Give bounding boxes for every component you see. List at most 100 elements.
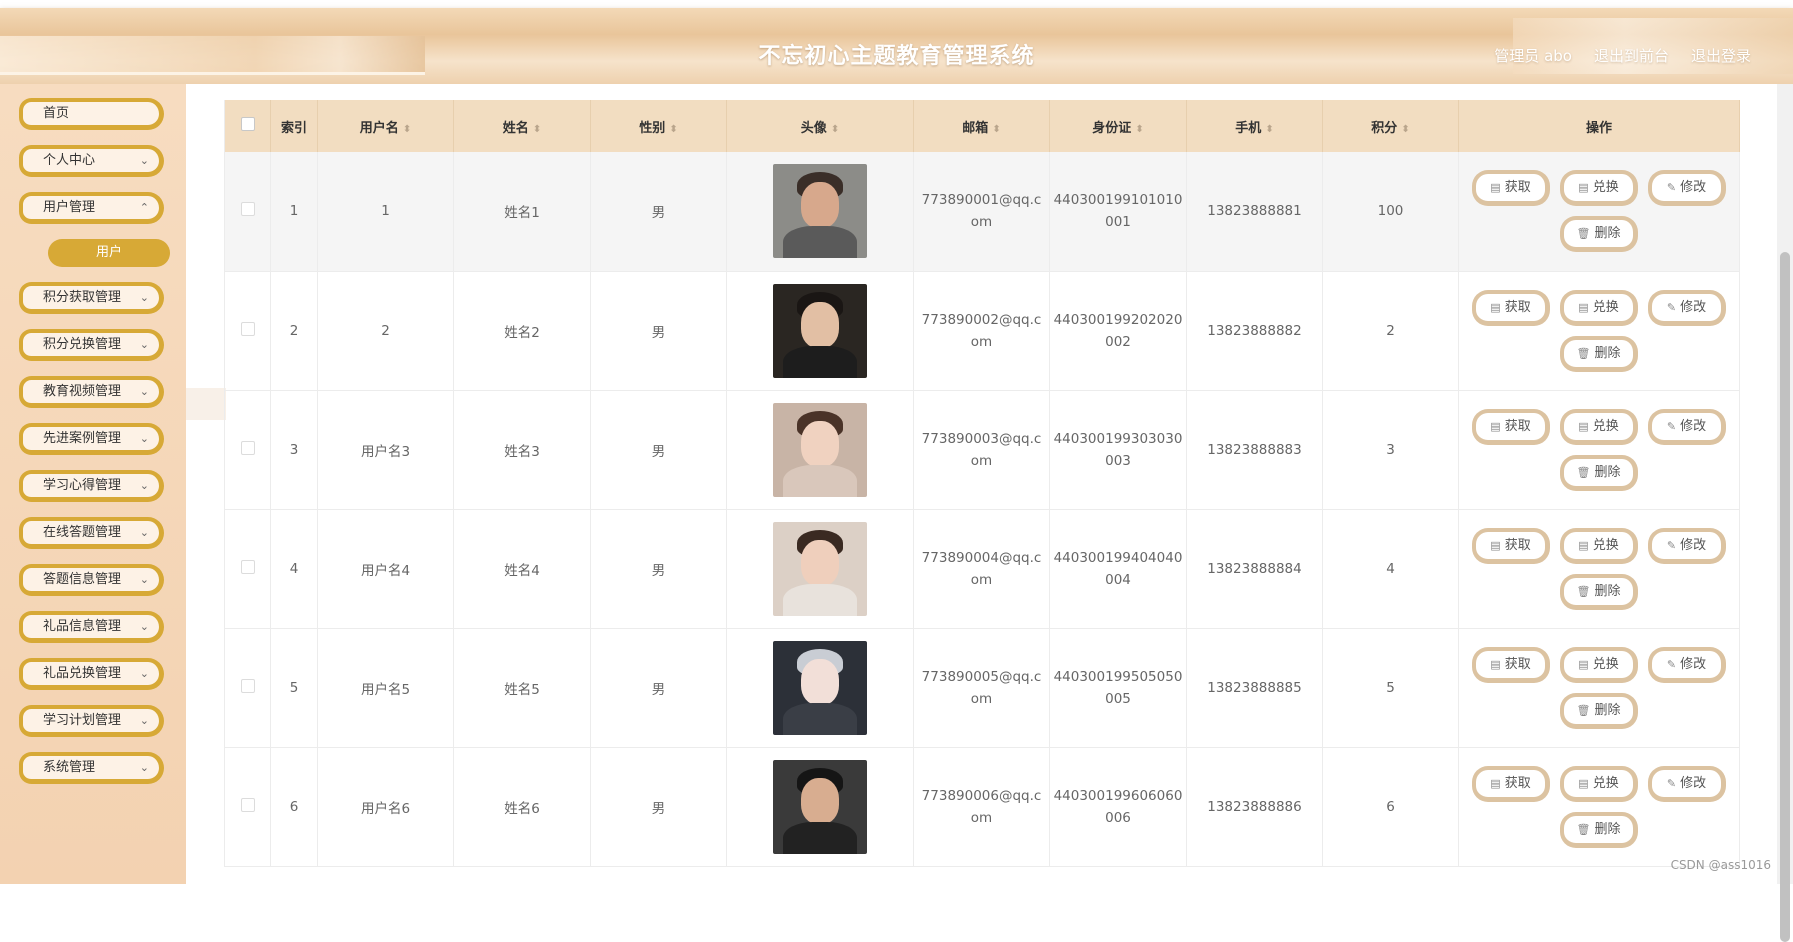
sidebar-item-quiz-info[interactable]: 答题信息管理 ⌄ <box>19 564 164 596</box>
row-checkbox[interactable] <box>240 440 255 455</box>
cell-name: 姓名6 <box>453 747 591 866</box>
trash-icon: 🗑 <box>1576 584 1591 598</box>
sidebar-item-system[interactable]: 系统管理 ⌄ <box>19 752 164 784</box>
table-row[interactable]: 1 1 姓名1 男 773890001@qq.c om 4403001991010… <box>224 152 1740 271</box>
row-checkbox[interactable] <box>240 797 255 812</box>
exchange-button[interactable]: ▤ 兑换 <box>1560 408 1638 445</box>
exchange-button[interactable]: ▤ 兑换 <box>1560 765 1638 802</box>
sidebar-item-study-notes[interactable]: 学习心得管理 ⌄ <box>19 470 164 502</box>
sidebar: 首页 个人中心 ⌄ 用户管理 ⌃ 用户 积分获取管理 ⌄ 积分兑换管理 ⌄ 教育视频管理… <box>0 84 186 884</box>
scrollbar-thumb[interactable] <box>1780 252 1790 942</box>
delete-button[interactable]: 🗑 删除 <box>1560 216 1638 253</box>
cell-actions: ▤ 获取 ▤ 兑换 ✎ 修改 🗑 删除 <box>1458 628 1740 747</box>
cell-points: 6 <box>1322 747 1459 866</box>
cell-username: 用户名6 <box>317 747 454 866</box>
get-points-button[interactable]: ▤ 获取 <box>1472 646 1550 683</box>
column-header-email[interactable]: 邮箱 ⬍ <box>913 100 1050 152</box>
avatar[interactable] <box>773 283 867 378</box>
cell-username: 用户名5 <box>317 628 454 747</box>
document-icon: ▤ <box>1578 776 1589 790</box>
sidebar-item-points-earn[interactable]: 积分获取管理 ⌄ <box>19 282 164 314</box>
row-checkbox[interactable] <box>240 559 255 574</box>
table-row[interactable]: 4 用户名4 姓名4 男 773890004@qq.c om 4403001994… <box>224 509 1740 628</box>
admin-user-link[interactable]: 管理员 abo <box>1494 45 1572 66</box>
cell-email: 773890002@qq.c om <box>913 271 1050 390</box>
get-points-button[interactable]: ▤ 获取 <box>1472 765 1550 802</box>
get-points-button[interactable]: ▤ 获取 <box>1472 408 1550 445</box>
cell-phone: 13823888881 <box>1186 152 1323 271</box>
cell-points: 4 <box>1322 509 1459 628</box>
edit-button[interactable]: ✎ 修改 <box>1648 289 1726 326</box>
table-row[interactable]: 2 2 姓名2 男 773890002@qq.c om 4403001992020… <box>224 271 1740 390</box>
table-header: 索引 用户名 ⬍ 姓名 ⬍ 性别 ⬍ 头像 ⬍ 邮箱 ⬍ 身份证 ⬍ 手机 ⬍ 积分 ⬍ 操作 <box>224 100 1740 152</box>
row-checkbox[interactable] <box>240 678 255 693</box>
row-checkbox[interactable] <box>240 202 255 217</box>
delete-button[interactable]: 🗑 删除 <box>1560 811 1638 848</box>
column-header-gender[interactable]: 性别 ⬍ <box>590 100 727 152</box>
avatar[interactable] <box>773 402 867 497</box>
sort-icon[interactable]: ⬍ <box>1265 124 1273 135</box>
exchange-button[interactable]: ▤ 兑换 <box>1560 170 1638 207</box>
sort-icon[interactable]: ⬍ <box>669 124 677 135</box>
avatar[interactable] <box>773 164 867 259</box>
delete-button[interactable]: 🗑 删除 <box>1560 573 1638 610</box>
back-to-frontend-link[interactable]: 退出到前台 <box>1594 45 1669 66</box>
chevron-down-icon: ⌄ <box>139 667 149 680</box>
sort-icon[interactable]: ⬍ <box>1401 124 1409 135</box>
edit-button[interactable]: ✎ 修改 <box>1648 527 1726 564</box>
get-points-button[interactable]: ▤ 获取 <box>1472 527 1550 564</box>
cell-id-card: 440300199505050 005 <box>1049 628 1187 747</box>
sort-icon[interactable]: ⬍ <box>992 124 1000 135</box>
vertical-scrollbar[interactable] <box>1777 84 1793 942</box>
sidebar-item-advanced-cases[interactable]: 先进案例管理 ⌄ <box>19 423 164 455</box>
cell-index: 1 <box>270 152 318 271</box>
column-header-username[interactable]: 用户名 ⬍ <box>317 100 454 152</box>
users-table: 索引 用户名 ⬍ 姓名 ⬍ 性别 ⬍ 头像 ⬍ 邮箱 ⬍ 身份证 ⬍ 手机 ⬍ 积分 ⬍ 操作 … <box>224 100 1740 867</box>
sidebar-item-gift-info[interactable]: 礼品信息管理 ⌄ <box>19 611 164 643</box>
table-row[interactable]: 3 用户名3 姓名3 男 773890003@qq.c om 4403001993… <box>224 390 1740 509</box>
logout-link[interactable]: 退出登录 <box>1691 45 1751 66</box>
exchange-button[interactable]: ▤ 兑换 <box>1560 646 1638 683</box>
get-points-button[interactable]: ▤ 获取 <box>1472 170 1550 207</box>
sidebar-item-points-exchange[interactable]: 积分兑换管理 ⌄ <box>19 329 164 361</box>
column-header-phone[interactable]: 手机 ⬍ <box>1186 100 1323 152</box>
delete-button[interactable]: 🗑 删除 <box>1560 454 1638 491</box>
delete-button[interactable]: 🗑 删除 <box>1560 692 1638 729</box>
edit-button[interactable]: ✎ 修改 <box>1648 646 1726 683</box>
sidebar-item-home[interactable]: 首页 <box>19 98 164 130</box>
avatar[interactable] <box>773 759 867 854</box>
sidebar-subitem-users[interactable]: 用户 <box>48 239 170 267</box>
sort-icon[interactable]: ⬍ <box>1135 124 1143 135</box>
sort-icon[interactable]: ⬍ <box>533 124 541 135</box>
sidebar-item-user-management[interactable]: 用户管理 ⌃ <box>19 192 164 224</box>
avatar[interactable] <box>773 640 867 735</box>
sidebar-item-online-quiz[interactable]: 在线答题管理 ⌄ <box>19 517 164 549</box>
document-icon: ▤ <box>1578 419 1589 433</box>
sidebar-item-personal-center[interactable]: 个人中心 ⌄ <box>19 145 164 177</box>
column-header-name[interactable]: 姓名 ⬍ <box>453 100 591 152</box>
sort-icon[interactable]: ⬍ <box>831 124 839 135</box>
edit-button[interactable]: ✎ 修改 <box>1648 170 1726 207</box>
sort-icon[interactable]: ⬍ <box>403 124 411 135</box>
table-row[interactable]: 5 用户名5 姓名5 男 773890005@qq.c om 4403001995… <box>224 628 1740 747</box>
column-header-points[interactable]: 积分 ⬍ <box>1322 100 1459 152</box>
row-checkbox[interactable] <box>240 321 255 336</box>
table-row[interactable]: 6 用户名6 姓名6 男 773890006@qq.c om 4403001996… <box>224 747 1740 866</box>
get-points-button[interactable]: ▤ 获取 <box>1472 289 1550 326</box>
sidebar-item-education-video[interactable]: 教育视频管理 ⌄ <box>19 376 164 408</box>
sidebar-item-gift-exchange[interactable]: 礼品兑换管理 ⌄ <box>19 658 164 690</box>
exchange-button[interactable]: ▤ 兑换 <box>1560 289 1638 326</box>
edit-button[interactable]: ✎ 修改 <box>1648 765 1726 802</box>
edit-button[interactable]: ✎ 修改 <box>1648 408 1726 445</box>
column-header-avatar[interactable]: 头像 ⬍ <box>726 100 914 152</box>
avatar[interactable] <box>773 521 867 616</box>
select-all-checkbox[interactable] <box>240 117 255 131</box>
delete-button[interactable]: 🗑 删除 <box>1560 335 1638 372</box>
document-icon: ▤ <box>1490 776 1501 790</box>
chevron-down-icon: ⌄ <box>139 526 149 539</box>
exchange-button[interactable]: ▤ 兑换 <box>1560 527 1638 564</box>
sidebar-item-study-plan[interactable]: 学习计划管理 ⌄ <box>19 705 164 737</box>
cell-phone: 13823888886 <box>1186 747 1323 866</box>
column-header-id-card[interactable]: 身份证 ⬍ <box>1049 100 1187 152</box>
cell-email: 773890003@qq.c om <box>913 390 1050 509</box>
